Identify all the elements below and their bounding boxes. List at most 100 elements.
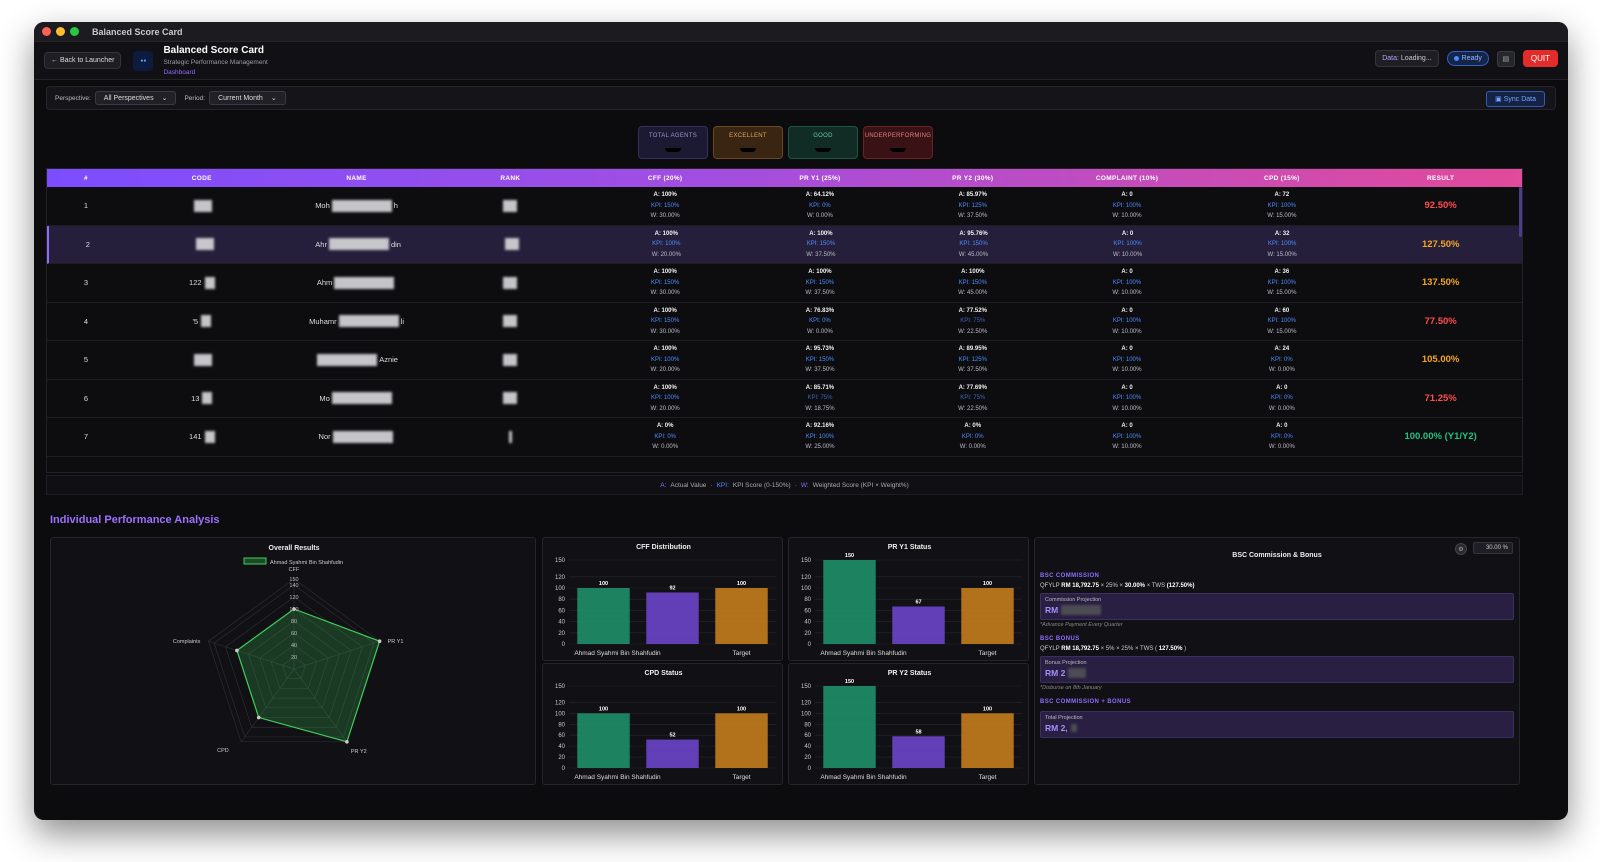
y-tick-label: 60	[558, 608, 565, 614]
legend-a-key: A:	[660, 481, 667, 489]
radar-axis-label: PR Y1	[388, 639, 404, 645]
table-row[interactable]: 3 122 Ahm A: 100% KPI: 150% W: 30.00% A: 100% K…	[47, 264, 1522, 303]
period-value: Current Month	[218, 94, 263, 102]
bar-value-label: 150	[845, 679, 854, 685]
actual-value: A: 100%	[808, 269, 832, 275]
column-header[interactable]: RANK	[434, 169, 586, 187]
column-header[interactable]: CODE	[125, 169, 279, 187]
y-tick-label: 0	[808, 642, 812, 648]
agent-name-text: li	[400, 316, 404, 326]
score-cell: A: 0 KPI: 100% W: 10.00%	[1050, 226, 1205, 264]
score-cell: A: 85.97% KPI: 125% W: 37.50%	[896, 187, 1050, 225]
bar-value-label: 52	[669, 733, 675, 739]
actual-value: A: 77.52%	[958, 307, 987, 314]
weighted-score: W: 20.00%	[650, 367, 680, 373]
table-scrollbar[interactable]	[1519, 187, 1522, 237]
agent-rank	[434, 187, 586, 225]
actual-value: A: 100%	[653, 192, 677, 198]
agent-code: '5	[125, 303, 279, 341]
period-select[interactable]: Current Month ⌄	[209, 91, 286, 105]
score-cell: A: 100% KPI: 150% W: 30.00%	[586, 303, 744, 341]
formula-part: QFYLP	[1040, 583, 1060, 589]
actual-value: A: 100%	[653, 384, 677, 391]
breadcrumb[interactable]: Dashboard	[163, 69, 267, 76]
commission-percent-input[interactable]: 30.00 %	[1473, 542, 1513, 554]
actual-value: A: 0	[1121, 423, 1133, 429]
table-row[interactable]: 7 141 Nor A: 0% KPI: 0% W: 0.00% A: 92.16% KPI:…	[47, 418, 1522, 457]
column-header[interactable]: PR Y2 (30%)	[896, 169, 1050, 187]
table-row[interactable]: A: 100% A: 95.82% A: 100% A: 0 A: 38	[47, 456, 1522, 472]
commission-projection-box: Commission Projection RM	[1040, 593, 1514, 620]
ready-label: Ready	[1461, 55, 1482, 62]
maximize-window-icon[interactable]	[70, 27, 79, 36]
table-body: 1 Moh h A: 100% KPI: 150% W: 30.00% A: 64.12% K…	[47, 187, 1522, 472]
table-row[interactable]: 6 13 Mo A: 100% KPI: 100% W: 20.00% A: 85.71% K…	[47, 379, 1522, 418]
chart-title: CPD Status	[644, 670, 682, 677]
redacted-code	[204, 276, 215, 289]
agent-name: Mo	[279, 380, 435, 418]
column-header[interactable]: #	[47, 169, 125, 187]
pr-y1-status-chart: PR Y1 Status 0 20 40 60 80 100 120 150 150 67 100 Ah…	[801, 544, 1022, 657]
agent-code: 13	[125, 380, 279, 418]
formula-part: 127.50%	[1158, 646, 1183, 652]
table-row[interactable]: 2 Ahr din A: 100% KPI: 100% W: 20.00% A: 100% K…	[47, 225, 1522, 264]
weighted-score: W: 20.00%	[650, 405, 680, 412]
column-header[interactable]: RESULT	[1359, 169, 1522, 187]
redacted-rank	[503, 315, 518, 328]
radar-tick-label: 80	[291, 619, 297, 625]
actual-value: A: 32	[1274, 230, 1290, 237]
weighted-score: W: 20.00%	[651, 251, 681, 258]
sync-data-button[interactable]: ▣ Sync Data	[1486, 91, 1545, 107]
actual-value: A: 0	[1121, 269, 1133, 275]
kpi-score: KPI: 125%	[958, 202, 987, 209]
score-cell: A: 0 KPI: 100% W: 10.00%	[1050, 341, 1205, 379]
row-number: 1	[47, 187, 125, 225]
column-header[interactable]: PR Y1 (25%)	[744, 169, 896, 187]
actual-value: A: 100%	[653, 470, 676, 472]
redacted-name	[334, 276, 395, 289]
radar-series-area	[236, 608, 381, 743]
redacted-code	[194, 353, 213, 366]
radar-tick-label: 60	[291, 631, 297, 637]
kpi-score: KPI: 150%	[650, 202, 680, 209]
chart-bar	[892, 606, 945, 644]
bar-value-label: 100	[599, 706, 608, 712]
chevron-down-icon: ⌄	[270, 95, 277, 102]
column-header[interactable]: NAME	[279, 169, 435, 187]
back-to-launcher-button[interactable]: ← Back to Launcher	[44, 52, 122, 69]
table-row[interactable]: 1 Moh h A: 100% KPI: 150% W: 30.00% A: 64.12% K…	[47, 187, 1522, 226]
y-tick-label: 120	[555, 575, 566, 581]
table-row[interactable]: 5 Aznie A: 100% KPI: 100% W: 20.00% A: 95.73%…	[47, 341, 1522, 380]
kpi-score: KPI: 100%	[1112, 433, 1142, 440]
weighted-score: W: 10.00%	[1112, 213, 1142, 219]
radar-title: Overall Results	[269, 545, 320, 552]
column-header[interactable]: CPD (15%)	[1204, 169, 1359, 187]
radar-tick-label: 150	[289, 577, 298, 583]
titlebar: Balanced Score Card	[34, 22, 1568, 42]
total-projection-value: RM 2,	[1045, 723, 1509, 733]
app-title: Balanced Score Card	[163, 45, 265, 56]
kpi-score: KPI: 150%	[650, 279, 680, 286]
kpi-score: KPI: 0%	[809, 202, 831, 209]
table-row[interactable]: 4 '5 Muhamr li A: 100% KPI: 150% W: 30.00% A: 7…	[47, 302, 1522, 341]
result-cell: 127.50%	[1359, 226, 1522, 264]
radar-axis-label: PR Y2	[351, 749, 367, 755]
redacted-rank	[503, 392, 518, 405]
export-icon[interactable]: ▤	[1496, 50, 1515, 67]
perspective-select[interactable]: All Perspectives ⌄	[94, 91, 177, 105]
bar-value-label: 100	[737, 581, 746, 587]
chart-bar	[961, 713, 1014, 768]
settings-gear-icon[interactable]: ⚙	[1455, 543, 1467, 555]
minimize-window-icon[interactable]	[56, 27, 65, 36]
filter-bar: Perspective: All Perspectives ⌄ Period: C…	[46, 86, 1556, 110]
weighted-score: W: 37.50%	[806, 251, 836, 258]
radar-legend-swatch[interactable]	[243, 557, 267, 565]
agent-rank	[434, 264, 586, 302]
column-header[interactable]: CFF (20%)	[586, 169, 744, 187]
actual-value: A: 100%	[654, 230, 678, 237]
quit-button[interactable]: QUIT	[1522, 50, 1558, 67]
column-header[interactable]: COMPLAINT (10%)	[1050, 169, 1205, 187]
close-window-icon[interactable]	[42, 27, 51, 36]
actual-value: A: 100%	[653, 269, 677, 275]
row-number: 7	[47, 418, 125, 456]
